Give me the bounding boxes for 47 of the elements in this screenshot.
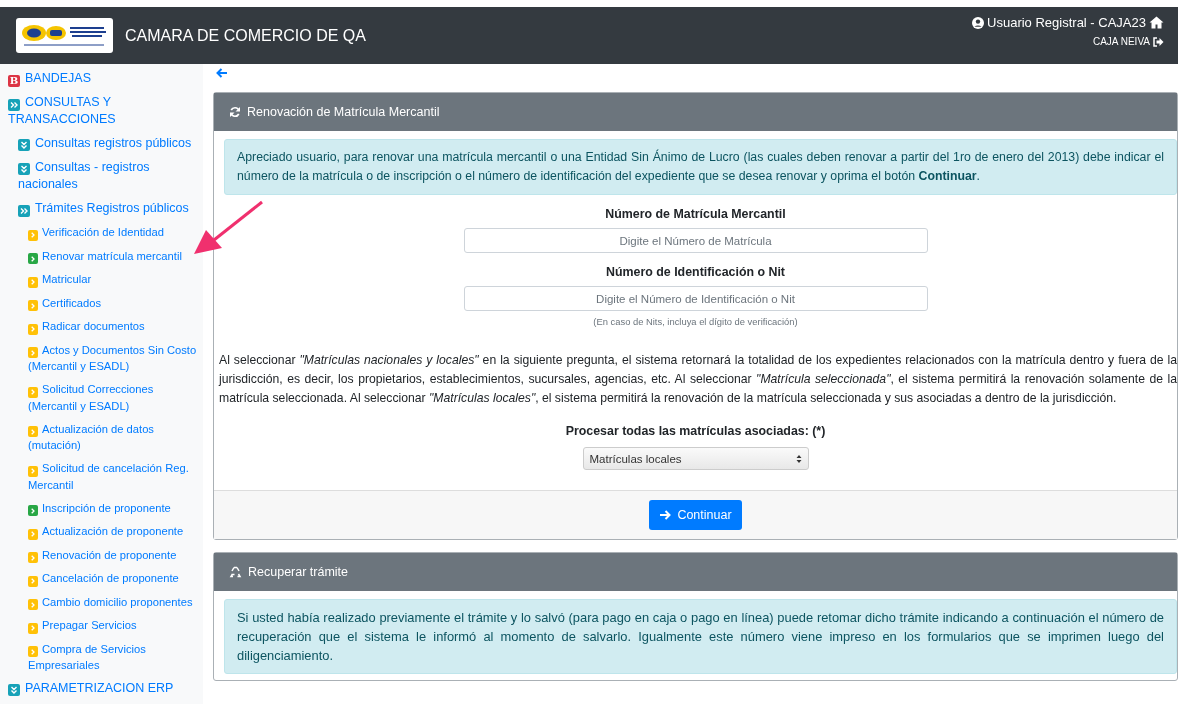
sidebar-item[interactable]: Cancelación de proponente <box>28 570 179 587</box>
back-arrow-icon[interactable] <box>216 68 228 78</box>
sidebar-item[interactable]: Matricular <box>28 271 92 288</box>
field-label: Número de Matrícula Mercantil <box>605 207 786 221</box>
user-icon <box>972 16 985 29</box>
sidebar-item[interactable]: Certificados <box>28 294 102 311</box>
info-message: Apreciado usuario, para renovar una matrícula mercantil o una Entidad Sin Ánimo de Lucro (las cuales deben renovar a partir del 1ro de enero del 2013) debe indicar el número de la matrícula o de inscripción o el número de identificación del expediente que se desea renovar y oprima el botón Continuar. <box>224 139 1177 195</box>
card-title: Recuperar trámite <box>248 565 349 579</box>
sidebar-item[interactable]: Actos y Documentos Sin Costo (Mercantil y ESADL) <box>28 341 203 374</box>
input-field[interactable]: Digite el Número de Matrícula <box>463 228 928 253</box>
refresh-icon <box>229 106 241 118</box>
home-icon[interactable] <box>1149 16 1164 29</box>
sidebar-item[interactable]: Actualización de proponente <box>28 523 184 540</box>
select-arrows-icon <box>795 453 802 464</box>
sidebar-item[interactable]: Trámites Registros públicos <box>18 200 189 217</box>
sidebar-item[interactable]: Consultas registros públicos <box>18 135 192 152</box>
sidebar-item[interactable]: Prepagar Servicios <box>28 617 137 634</box>
user-name[interactable]: Usuario Registral - CAJA23 <box>987 15 1146 30</box>
continue-button[interactable]: Continuar <box>649 500 742 530</box>
sidebar-item[interactable]: Renovación de proponente <box>28 546 177 563</box>
info-message: Si usted había realizado previamente el trámite y lo salvó (para pago en caja o pago en línea) puede retomar dicho trámite indicando a continuación el número de recuperación que el sistema le informó al momento de salvarlo. Igualmente este número viene impreso en los formularios que se imprimen luego del diligenciamiento. <box>224 599 1177 674</box>
sign-out-icon[interactable] <box>1153 36 1164 47</box>
logo-icon <box>16 18 113 53</box>
sidebar-item[interactable]: Consultas - registros nacionales <box>18 159 203 193</box>
sidebar-item[interactable]: Renovar matrícula mercantil <box>28 247 182 264</box>
letter-badge-icon: B <box>8 75 20 87</box>
select-dropdown[interactable]: Matrículas locales <box>582 447 809 470</box>
field-label: Procesar todas las matrículas asociadas: (*) <box>565 424 826 438</box>
sidebar-item[interactable]: Inscripción de proponente <box>28 499 171 516</box>
field-hint: (En caso de Nits, incluya el dígito de verificación) <box>593 316 798 327</box>
sidebar-item[interactable]: Actualización de datos (mutación) <box>28 420 203 453</box>
field-label: Número de Identificación o Nit <box>606 265 785 279</box>
sidebar-item[interactable]: Solicitud de cancelación Reg. Mercantil <box>28 460 203 493</box>
sidebar-item[interactable]: Verificación de Identidad <box>28 224 164 241</box>
app-title: CAMARA DE COMERCIO DE QA <box>125 26 367 45</box>
sidebar-item[interactable]: Compra de Servicios Empresariales <box>28 640 203 673</box>
card-title: Renovación de Matrícula Mercantil <box>247 105 440 119</box>
sidebar-item[interactable]: Radicar documentos <box>28 318 145 335</box>
office-name: CAJA NEIVA <box>1092 36 1150 47</box>
sidebar-item[interactable]: CONSULTAS Y TRANSACCIONES <box>8 94 203 128</box>
arrow-right-icon <box>659 510 672 520</box>
input-field[interactable]: Digite el Número de Identificación o Nit <box>463 286 928 311</box>
explanation-text: Al seleccionar "Matrículas nacionales y locales" en la siguiente pregunta, el sistema retornará la totalidad de los expedientes relacionados con la matrícula dentro y fuera de la jurisdicción, es decir, los propietarios, establecimientos, sucursales, agencias, etc. Al seleccionar "Matrícula seleccionada", el sistema permitirá la renovación solamente de la matrícula seleccionada. Al seleccionar "Matrículas locales", el sistema permitirá la renovación de la matrícula seleccionada y sus asociadas a dentro de la jurisdicción. <box>219 352 1177 407</box>
sidebar-item[interactable]: PARAMETRIZACION ERP <box>8 680 174 697</box>
sidebar-item[interactable]: Cambio domicilio proponentes <box>28 593 193 610</box>
sidebar-item[interactable]: Solicitud Correcciones (Mercantil y ESADL) <box>28 381 203 414</box>
sidebar-item[interactable]: B BANDEJAS <box>8 70 91 87</box>
